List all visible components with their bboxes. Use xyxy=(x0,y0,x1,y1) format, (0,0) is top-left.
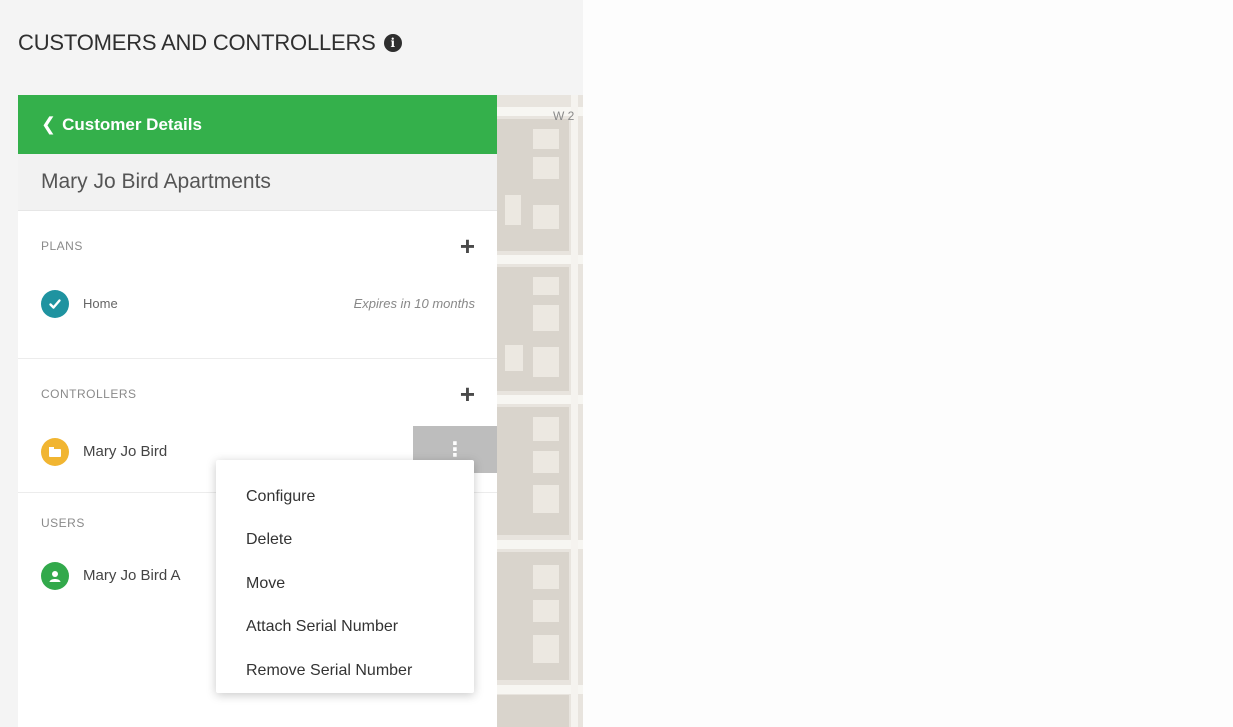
controller-name: Mary Jo Bird xyxy=(83,443,168,460)
users-label: USERS xyxy=(41,516,85,530)
chevron-left-icon: ❮ xyxy=(41,114,57,134)
kebab-menu-icon: ⋮ xyxy=(445,439,465,461)
menu-item-configure[interactable]: Configure xyxy=(216,475,474,519)
map-lot xyxy=(533,635,559,663)
back-label: Customer Details xyxy=(62,114,202,134)
map-lot xyxy=(533,157,559,179)
map-lot xyxy=(533,417,559,441)
controllers-header: CONTROLLERS + xyxy=(18,359,497,429)
plan-name: Home xyxy=(83,296,118,311)
map-road xyxy=(571,95,578,727)
plans-section: PLANS + Home Expires in 10 months xyxy=(18,211,497,359)
map-lot xyxy=(533,347,559,377)
add-plan-button[interactable]: + xyxy=(460,233,475,259)
plans-label: PLANS xyxy=(41,239,83,253)
map-lot xyxy=(533,600,559,622)
menu-item-remove-serial-number[interactable]: Remove Serial Number xyxy=(216,649,474,693)
customer-name-bar: Mary Jo Bird Apartments xyxy=(18,154,497,211)
map-lot xyxy=(533,205,559,229)
blank-area xyxy=(583,0,1233,727)
map-lot xyxy=(533,277,559,295)
menu-item-delete[interactable]: Delete xyxy=(216,519,474,563)
map-street-label: W 2 xyxy=(553,109,575,123)
info-icon[interactable]: i xyxy=(383,34,402,52)
plans-header: PLANS + xyxy=(18,211,497,281)
controller-options-menu: Configure Delete Move Attach Serial Numb… xyxy=(216,460,474,693)
user-name: Mary Jo Bird A xyxy=(83,567,181,584)
check-circle-icon xyxy=(41,289,69,318)
menu-item-move[interactable]: Move xyxy=(216,562,474,606)
page-title: CUSTOMERS AND CONTROLLERS xyxy=(18,30,376,55)
plan-row[interactable]: Home Expires in 10 months xyxy=(18,281,497,326)
map-lot xyxy=(505,195,521,225)
plan-expiry: Expires in 10 months xyxy=(353,296,475,311)
menu-item-attach-serial-number[interactable]: Attach Serial Number xyxy=(216,606,474,650)
map-lot xyxy=(533,565,559,589)
controllers-label: CONTROLLERS xyxy=(41,387,137,401)
user-icon xyxy=(41,561,69,590)
customer-name: Mary Jo Bird Apartments xyxy=(41,170,271,193)
map-lot xyxy=(533,305,559,331)
map-view[interactable]: W 2 xyxy=(497,95,583,727)
controller-icon xyxy=(41,437,69,466)
page-heading: CUSTOMERS AND CONTROLLERS i xyxy=(18,30,402,56)
map-lot xyxy=(533,485,559,513)
back-button[interactable]: ❮ Customer Details xyxy=(18,95,497,154)
map-lot xyxy=(533,129,559,149)
add-controller-button[interactable]: + xyxy=(460,381,475,407)
map-lot xyxy=(533,451,559,473)
content-area: CUSTOMERS AND CONTROLLERS i W 2 ❮ Custom… xyxy=(0,0,583,727)
map-block xyxy=(497,695,569,727)
map-lot xyxy=(505,345,523,371)
